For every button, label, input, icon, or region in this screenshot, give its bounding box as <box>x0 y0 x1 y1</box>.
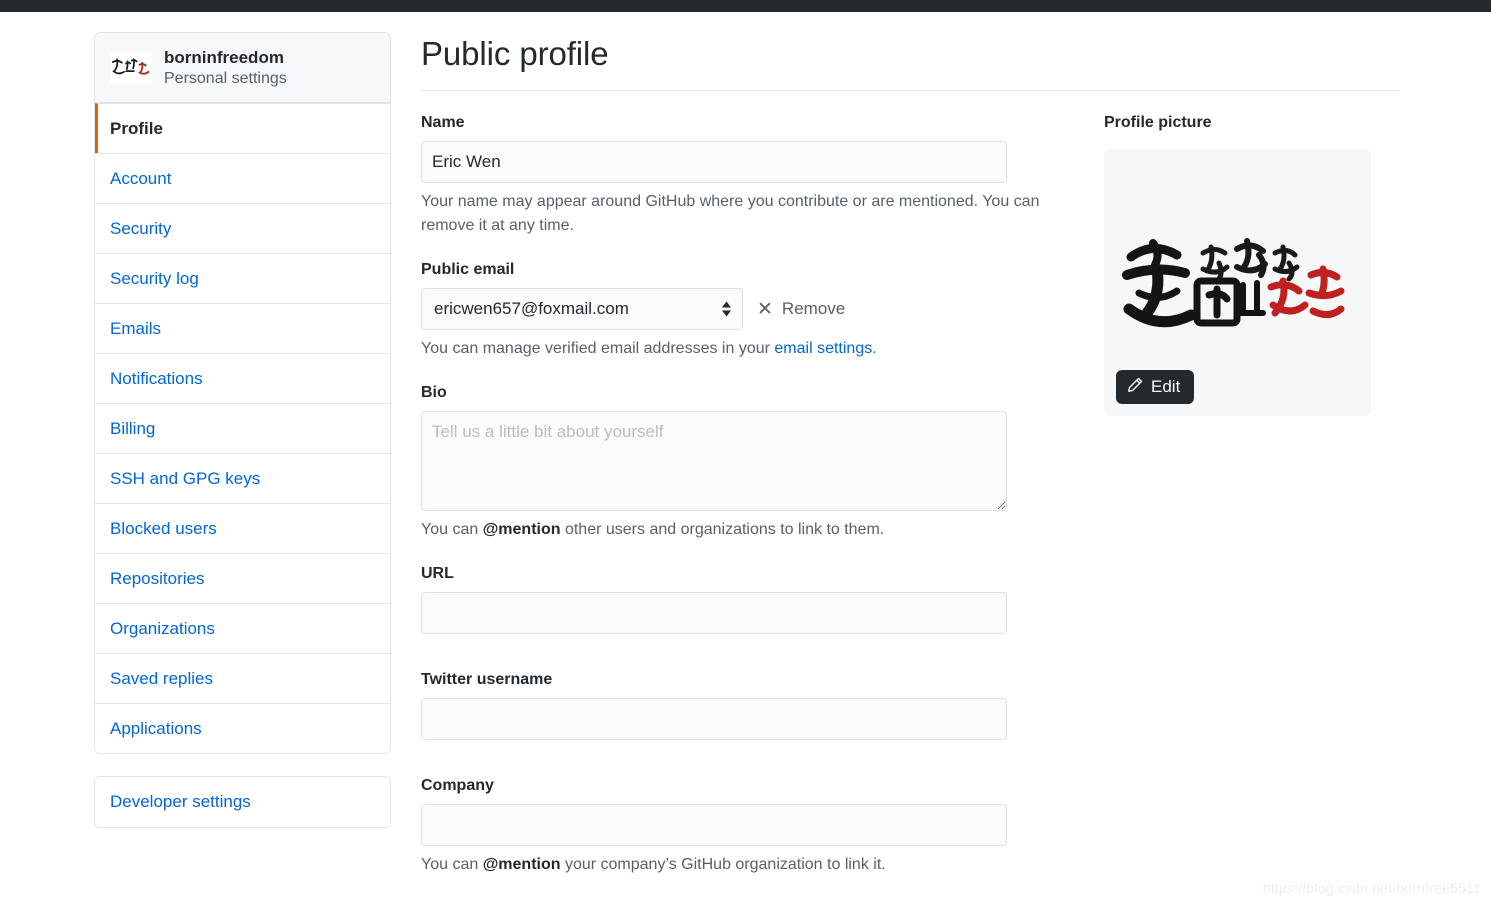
edit-button-label: Edit <box>1151 377 1181 396</box>
bio-textarea[interactable] <box>421 411 1007 511</box>
bio-help-suffix: other users and organizations to link to… <box>560 521 885 538</box>
sidebar-item-billing[interactable]: Billing <box>95 403 390 453</box>
company-field-group: Company You can @mention your company’s … <box>421 776 1007 877</box>
email-settings-link[interactable]: email settings <box>774 340 872 357</box>
sidebar-item-emails[interactable]: Emails <box>95 303 390 353</box>
profile-picture-label: Profile picture <box>1104 114 1212 131</box>
name-label: Name <box>421 114 465 131</box>
public-email-select[interactable]: ericwen657@foxmail.com <box>421 288 743 330</box>
sidebar-user-header: borninfreedom Personal settings <box>95 33 390 103</box>
public-email-help-text: You can manage verified email addresses … <box>421 337 1046 361</box>
sidebar-item-organizations[interactable]: Organizations <box>95 603 390 653</box>
remove-email-button[interactable]: ✕ Remove <box>757 299 845 319</box>
public-email-field-group: Public email ericwen657@foxmail.com ✕ Re… <box>421 260 1007 361</box>
title-divider <box>421 90 1400 91</box>
url-input[interactable] <box>421 592 1007 634</box>
public-email-help-suffix: . <box>872 340 877 357</box>
sidebar-user-text: borninfreedom Personal settings <box>164 47 376 89</box>
sidebar-username: borninfreedom <box>164 47 284 67</box>
twitter-field-group: Twitter username <box>421 670 1007 740</box>
profile-form-column: Name Your name may appear around GitHub … <box>421 113 1039 877</box>
company-help-text: You can @mention your company’s GitHub o… <box>421 853 1046 877</box>
company-input[interactable] <box>421 804 1007 846</box>
profile-picture-column: Profile picture Edit <box>1104 113 1394 416</box>
profile-picture-box: Edit <box>1104 149 1371 416</box>
page-title: Public profile <box>421 35 609 72</box>
public-email-row: ericwen657@foxmail.com ✕ Remove <box>421 288 1007 330</box>
watermark-text: https://blog.csdn.net/bornfree5511 <box>1262 880 1481 896</box>
sidebar-item-security[interactable]: Security <box>95 203 390 253</box>
bio-label: Bio <box>421 384 447 401</box>
sidebar-item-account[interactable]: Account <box>95 153 390 203</box>
bio-help-prefix: You can <box>421 521 483 538</box>
sidebar-item-blocked-users[interactable]: Blocked users <box>95 503 390 553</box>
public-email-select-value[interactable]: ericwen657@foxmail.com <box>421 288 743 330</box>
name-help-text: Your name may appear around GitHub where… <box>421 193 1040 234</box>
sidebar-item-saved-replies[interactable]: Saved replies <box>95 653 390 703</box>
name-input[interactable] <box>421 141 1007 183</box>
sidebar-item-ssh-and-gpg-keys[interactable]: SSH and GPG keys <box>95 453 390 503</box>
sidebar-item-developer-settings[interactable]: Developer settings <box>95 777 390 827</box>
remove-email-label: Remove <box>781 299 846 318</box>
sidebar-user-subtitle: Personal settings <box>164 69 287 87</box>
bio-help-text: You can @mention other users and organiz… <box>421 518 1046 542</box>
company-help-suffix: your company’s GitHub organization to li… <box>560 856 886 873</box>
public-email-help-prefix: You can manage verified email addresses … <box>421 340 775 357</box>
sidebar-item-applications[interactable]: Applications <box>95 703 390 753</box>
main-content: Public profile Name Your name may appear… <box>421 32 1411 873</box>
close-x-icon: ✕ <box>757 298 773 320</box>
edit-profile-picture-button[interactable]: Edit <box>1116 370 1195 404</box>
pencil-icon <box>1127 377 1143 398</box>
sidebar-developer-card: Developer settings <box>94 776 391 828</box>
url-field-group: URL <box>421 564 1007 634</box>
twitter-label: Twitter username <box>421 671 553 688</box>
company-help-prefix: You can <box>421 856 483 873</box>
bio-help-mention: @mention <box>482 521 561 538</box>
settings-sidebar: borninfreedom Personal settings Profile … <box>94 32 391 828</box>
sidebar-item-security-log[interactable]: Security log <box>95 253 390 303</box>
bio-field-group: Bio You can @mention other users and org… <box>421 383 1007 542</box>
twitter-input[interactable] <box>421 698 1007 740</box>
top-header-bar <box>0 0 1491 12</box>
calligraphy-avatar-icon <box>110 51 152 84</box>
sidebar-main-card: borninfreedom Personal settings Profile … <box>94 32 391 754</box>
company-help-mention: @mention <box>482 856 561 873</box>
url-label: URL <box>421 565 454 582</box>
settings-page: borninfreedom Personal settings Profile … <box>0 12 1491 902</box>
public-email-label: Public email <box>421 261 515 278</box>
name-field-group: Name Your name may appear around GitHub … <box>421 113 1039 238</box>
company-label: Company <box>421 777 494 794</box>
sidebar-item-notifications[interactable]: Notifications <box>95 353 390 403</box>
sidebar-item-repositories[interactable]: Repositories <box>95 553 390 603</box>
sidebar-item-profile[interactable]: Profile <box>95 103 390 153</box>
